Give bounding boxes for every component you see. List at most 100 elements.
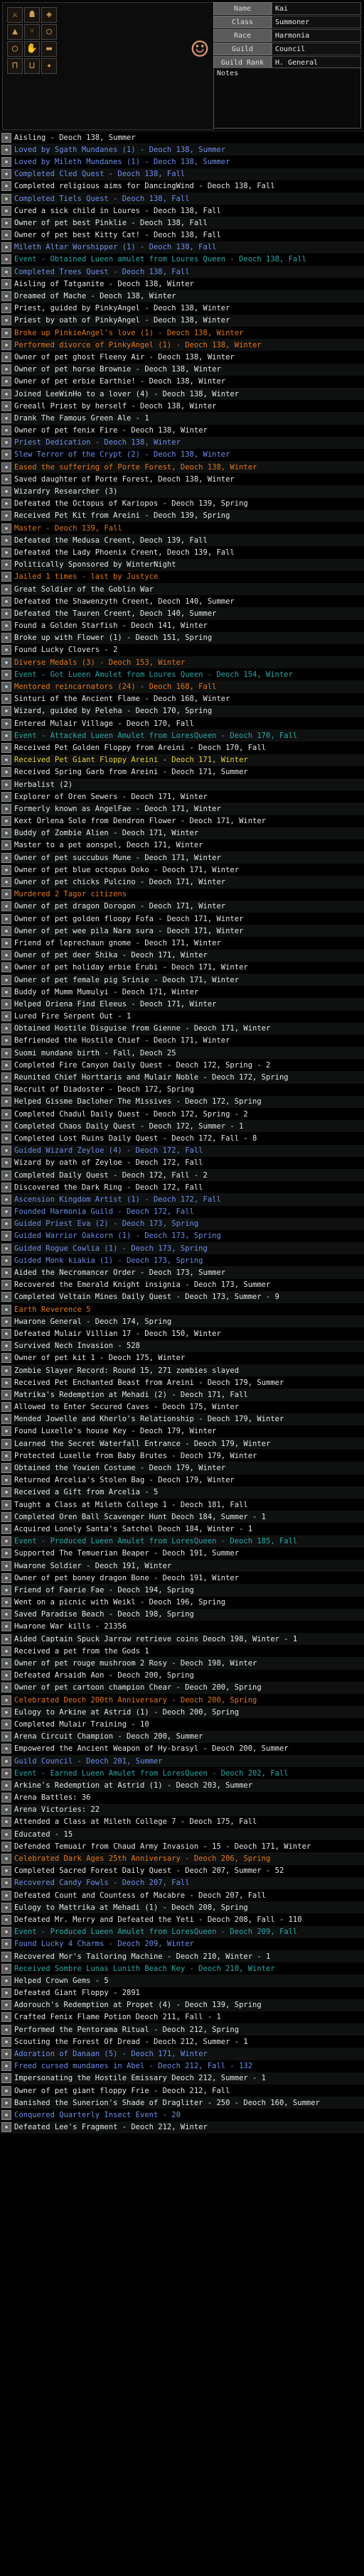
legend-mark-icon: ▪ [1,487,11,497]
legend-mark-text: Completed Chaos Daily Quest - Deoch 172,… [14,1121,244,1131]
legend-mark-text: Owner of pet boney dragon Bone - Deoch 1… [14,1573,240,1582]
ring-slot-icon[interactable]: ◯ [7,41,23,57]
accessory-slot-icon[interactable]: ✦ [41,58,57,74]
legend-mark-text: Eased the suffering of Porte Forest, Deo… [14,462,257,472]
legend-mark-text: Celebrated Dark Ages 25th Anniversary - … [14,1854,271,1864]
legend-mark-row: ▪ Defeated Giant Floppy - 2891 [0,1987,364,1999]
legend-mark-icon: ▪ [1,1316,11,1327]
legend-mark-icon: ▪ [1,169,11,180]
legend-mark-icon: ▪ [1,1572,11,1583]
legend-mark-text: Recruit of Diadoster - Deoch 172, Spring [14,1085,194,1094]
profile-field-label: Class [213,16,272,28]
legend-mark-icon: ▪ [1,852,11,863]
legend-mark-icon: ▪ [1,230,11,241]
legend-mark-icon: ▪ [1,657,11,668]
legend-mark-row: ▪ Owner of pet dragon Dorogon - Deoch 171… [0,900,364,913]
legend-mark-icon: ▪ [1,1121,11,1131]
legend-mark-text: Diverse Medals (3) - Deoch 153, Winter [14,658,186,667]
legend-mark-row: ▪ Owner of pet best Kitty Cat! - Deoch 13… [0,229,364,241]
legend-mark-text: Helped Oriena Find Eleeus - Deoch 171, W… [14,999,217,1009]
shield-slot-icon[interactable]: ◈ [41,7,57,23]
legend-mark-row: ▪ Completed Veltain Mines Daily Quest - D… [0,1290,364,1303]
legend-mark-text: Aided Captain Spuck Jarrow retrieve coin… [14,1634,298,1643]
legend-mark-text: Owner of pet best Kitty Cat! - Deoch 138… [14,231,221,240]
legend-mark-text: Event - Produced Lueen Amulet from Lores… [14,1537,298,1546]
armor-slot-icon[interactable]: ☗ [24,7,40,23]
legend-mark-icon: ▪ [1,1280,11,1290]
notes-box[interactable]: Notes [213,67,361,129]
legend-mark-text: Slew Terror of the Crypt (2) - Deoch 138… [14,450,230,460]
legend-mark-row: ▪ Guided Priest Eva (2) - Deoch 173, Spri… [0,1217,364,1230]
legend-mark-row: ▪ Completed Daily Quest - Deoch 172, Fall… [0,1168,364,1182]
legend-mark-text: Broke up with Flower (1) - Deoch 151, Sp… [14,634,213,643]
legend-mark-text: Owner of pet succubus Mune - Deoch 171, … [14,853,221,862]
legend-mark-row: ▪ Owner of pet boney dragon Bone - Deoch … [0,1572,364,1584]
legend-mark-row: ▪ Supported The Temuerian Beaper - Deoch … [0,1548,364,1560]
legend-mark-text: Earth Reverence 5 [14,1305,91,1314]
legend-mark-row: ▪ Helped Crown Gems - 5 [0,1974,364,1987]
legend-mark-text: Aided the Necromancer Order - Deoch 173,… [14,1268,226,1278]
legend-mark-text: Ascension Kingdom Artist (1) - Deoch 172… [14,1195,221,1204]
legend-mark-icon: ▪ [1,511,11,521]
legend-mark-text: Celebrated Deoch 200th Anniversary - Deo… [14,1695,257,1705]
weapon-slot-icon[interactable]: ⚔ [7,7,23,23]
legend-mark-icon: ▪ [1,1719,11,1729]
legend-mark-text: Completed Daily Quest - Deoch 172, Fall … [14,1170,208,1180]
legend-mark-row: ▪ Freed cursed mundanes in Abel - Deoch 2… [0,2060,364,2072]
legend-mark-text: Protected Luxelle from Baby Brutes - Deo… [14,1451,257,1460]
legend-mark-row: ▪ Defended Temuair from Chaud Army Invasi… [0,1840,364,1852]
helmet-slot-icon[interactable]: ▲ [7,24,23,40]
legend-mark-icon: ▪ [1,974,11,985]
boots-slot-icon[interactable]: ⊔ [24,58,40,74]
legend-mark-row: ▪ Event - Obtained Lueen amulet from Lour… [0,254,364,266]
greaves-slot-icon[interactable]: ⊓ [7,58,23,74]
legend-mark-text: Completed Trees Quest - Deoch 138, Fall [14,267,190,276]
legend-mark-text: Banished the Sunerion's Shade of Draglit… [14,2098,320,2107]
legend-mark-row: ▪ Owner of pet succubus Mune - Deoch 171,… [0,852,364,864]
legend-mark-icon: ▪ [1,144,11,155]
legend-mark-row: ▪ Received Pet Enchanted Beast from Arein… [0,1376,364,1388]
legend-mark-row: ▪ Owner of pet deer Shika - Deoch 171, Wi… [0,949,364,962]
legend-mark-row: ▪ Found a Golden Starfish - Deoch 141, Wi… [0,620,364,632]
legend-mark-text: Found Luxelle's house Key - Deoch 179, W… [14,1427,217,1436]
legend-mark-row: ▪ Broke up PinkieAngel's love (1) - Deoch… [0,327,364,339]
legend-mark-text: Obtained Hostile Disguise from Gienne - … [14,1024,271,1033]
legend-mark-row: ▪ Defeated the Lady Phoenix Creent, Deoch… [0,546,364,558]
legend-mark-icon: ▪ [1,1939,11,1950]
legend-mark-icon: ▪ [1,352,11,362]
legend-mark-icon: ▪ [1,608,11,619]
legend-mark-row: ▪ Owner of pet blue octopus Doko - Deoch … [0,864,364,876]
legend-mark-text: Received Spring Garb from Areini - Deoch… [14,768,248,777]
legend-mark-row: ▪ Completed Chadul Daily Quest - Deoch 17… [0,1108,364,1120]
legend-mark-text: Entered Mulair Village - Deoch 170, Fall [14,719,194,728]
legend-mark-icon: ▪ [1,2036,11,2047]
legend-mark-icon: ▪ [1,1890,11,1901]
necklace-slot-icon[interactable]: ○ [41,24,57,40]
legend-mark-icon: ▪ [1,1951,11,1962]
legend-mark-text: Guided Wizard Zeyloe (4) - Deoch 172, Fa… [14,1146,203,1156]
legend-mark-icon: ▪ [1,1426,11,1437]
legend-mark-text: Founded Harmonia Guild - Deoch 172, Fall [14,1207,194,1217]
belt-slot-icon[interactable]: ▬ [41,41,57,57]
legend-mark-text: Crafted Fenix Flame Potion Deoch 211, Fa… [14,2013,221,2022]
legend-mark-text: Befriended the Hostile Chief - Deoch 171… [14,1036,230,1045]
legend-mark-icon: ▪ [1,1487,11,1498]
legend-mark-icon: ▪ [1,730,11,741]
gauntlet-slot-icon[interactable]: ✋ [24,41,40,57]
profile-row-class: Class Summoner [213,16,361,28]
legend-mark-icon: ▪ [1,1621,11,1632]
legend-mark-text: Formerly known as AngelFae - Deoch 171, … [14,804,221,813]
legend-mark-row: ▪ Taught a Class at Mileth College 1 - De… [0,1499,364,1511]
legend-mark-text: Allowed to Enter Secured Caves - Deoch 1… [14,1403,240,1412]
earring-slot-icon[interactable]: ◦ [24,24,40,40]
legend-mark-text: Defeated the Tauren Creent, Deoch 140, S… [14,609,217,618]
legend-mark-text: Herbalist (2) [14,780,73,789]
legend-mark-row: ▪ Aided Captain Spuck Jarrow retrieve coi… [0,1633,364,1646]
legend-mark-text: Owner of pet ghost Fleeny Air - Deoch 13… [14,352,235,362]
legend-mark-row: ▪ Impersonating the Hostile Emissary Deoc… [0,2072,364,2085]
legend-mark-row: ▪ Owner of pet erbie Earthie! - Deoch 138… [0,376,364,388]
legend-mark-row: ▪ Owner of pet chicks Pulcino - Deoch 171… [0,876,364,888]
legend-mark-text: Cured a sick child in Loures - Deoch 138… [14,206,221,215]
legend-mark-icon: ▪ [1,1988,11,1999]
legend-mark-row: ▪ Event - Produced Lueen Amulet from Lore… [0,1535,364,1548]
